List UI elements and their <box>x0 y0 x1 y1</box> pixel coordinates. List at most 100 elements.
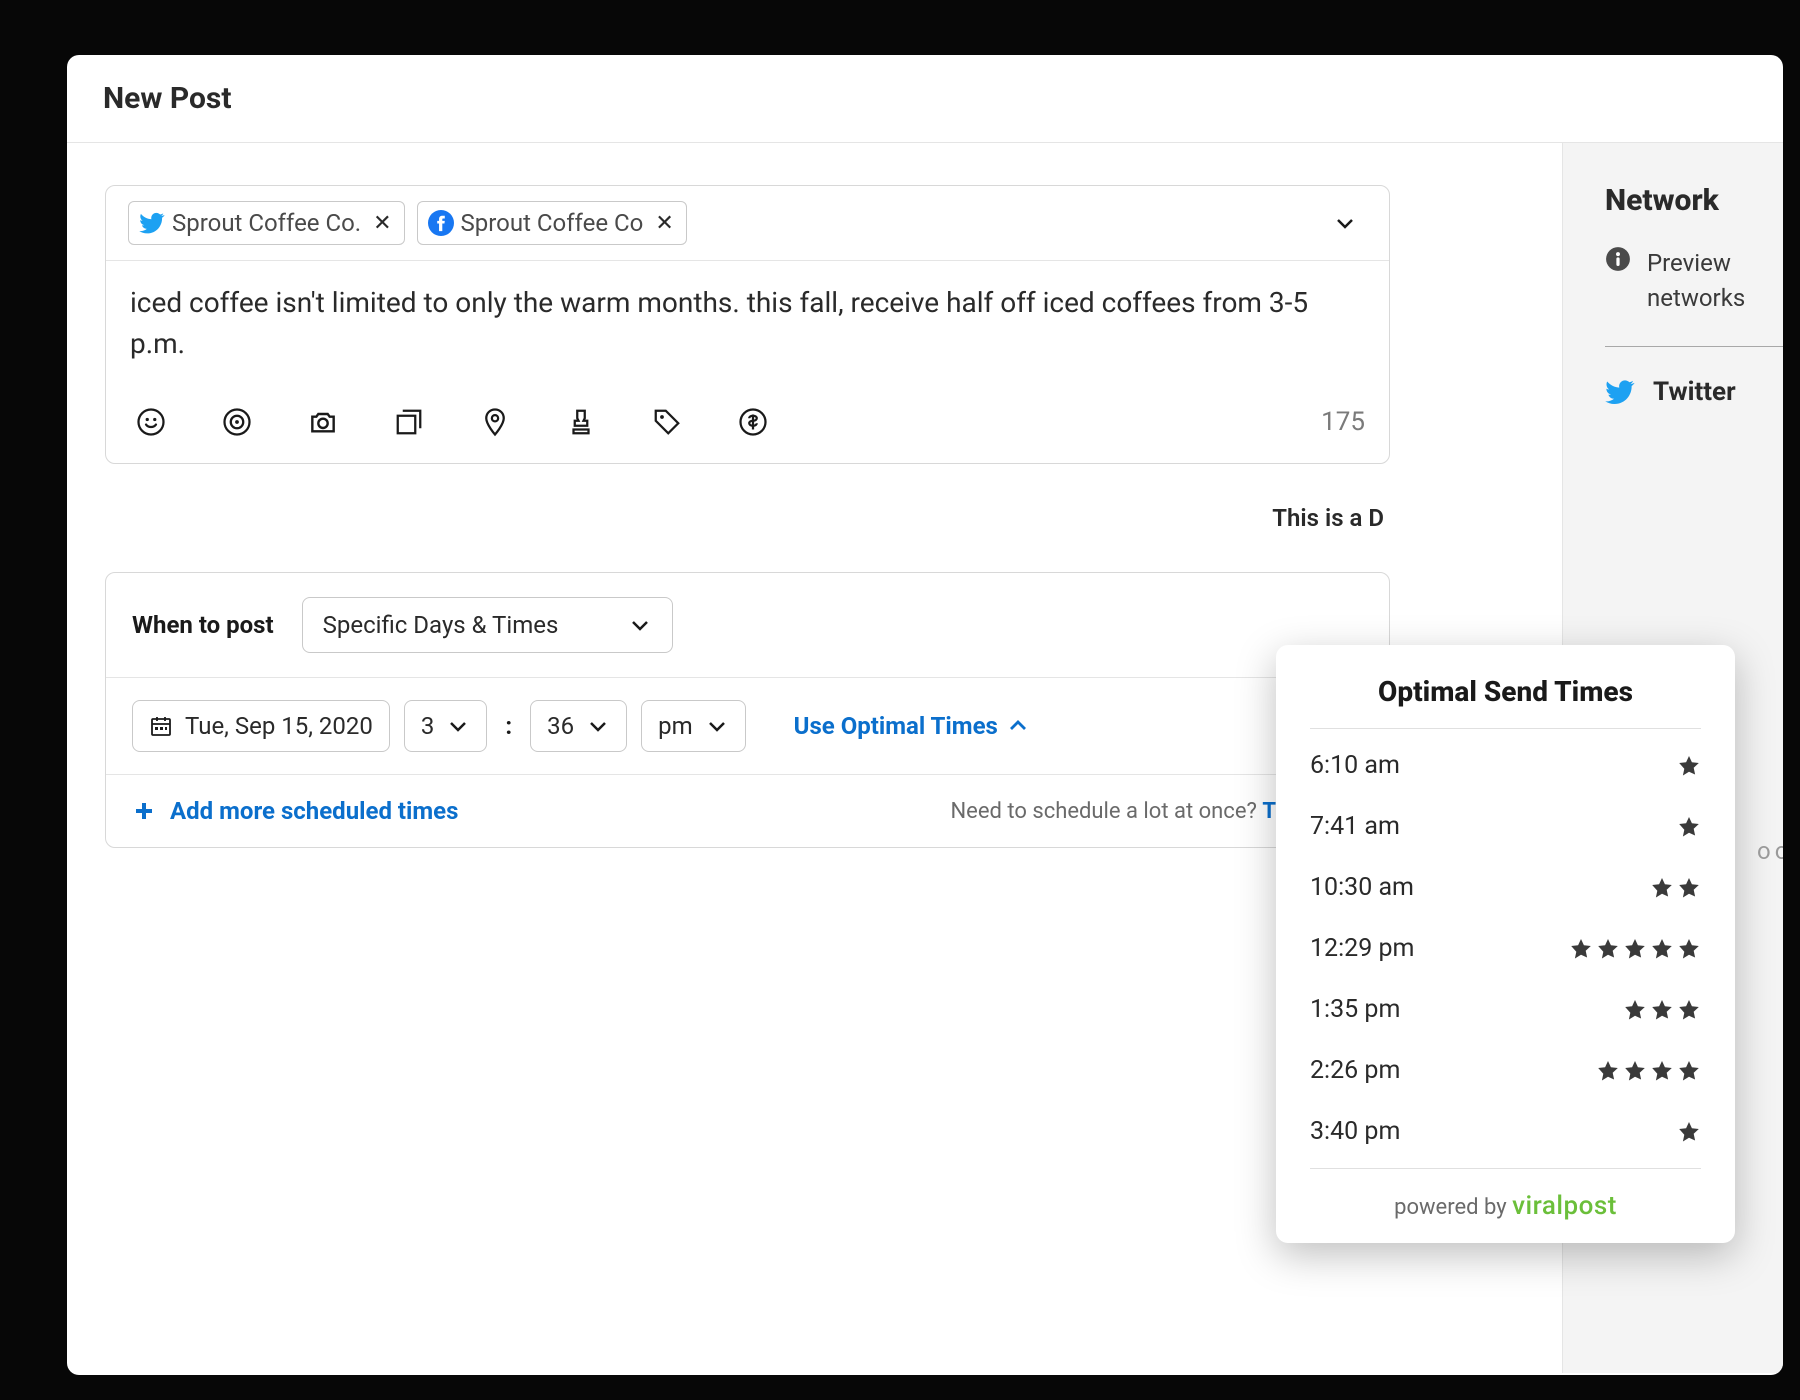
popup-footer: powered by viralpost <box>1310 1168 1701 1221</box>
ampm-select[interactable]: pm <box>641 700 746 752</box>
compose-card: Sprout Coffee Co. ✕ Sprout Coffee Co ✕ i… <box>105 185 1390 464</box>
gallery-icon[interactable] <box>388 401 430 443</box>
add-scheduled-times-link[interactable]: Add more scheduled times <box>132 797 458 825</box>
main-column: Sprout Coffee Co. ✕ Sprout Coffee Co ✕ i… <box>67 143 1562 1373</box>
optimal-time-row[interactable]: 10:30 am <box>1310 857 1701 918</box>
add-more-label: Add more scheduled times <box>170 797 458 825</box>
star-icon <box>1650 1059 1674 1083</box>
when-to-post-label: When to post <box>132 611 274 639</box>
popup-title: Optimal Send Times <box>1310 675 1701 728</box>
char-count: 175 <box>1321 407 1365 437</box>
profile-chip-label: Sprout Coffee Co <box>461 209 644 237</box>
app-frame: New Post Sprout Coffee Co. ✕ Sprout Coff… <box>67 55 1783 1375</box>
schedule-card: When to post Specific Days & Times Tue, … <box>105 572 1390 848</box>
post-text-input[interactable]: iced coffee isn't limited to only the wa… <box>106 261 1389 391</box>
ampm-value: pm <box>658 712 693 740</box>
schedule-footer-row: Add more scheduled times Need to schedul… <box>106 775 1389 847</box>
star-icon <box>1677 1059 1701 1083</box>
facebook-icon <box>428 210 454 236</box>
star-icon <box>1596 1059 1620 1083</box>
profile-picker-row[interactable]: Sprout Coffee Co. ✕ Sprout Coffee Co ✕ <box>106 186 1389 261</box>
optimal-link-label: Use Optimal Times <box>794 712 998 740</box>
emoji-icon[interactable] <box>130 401 172 443</box>
use-optimal-times-link[interactable]: Use Optimal Times <box>794 712 1030 740</box>
chevron-down-icon <box>586 714 610 738</box>
hour-value: 3 <box>421 712 435 740</box>
profile-chip-twitter[interactable]: Sprout Coffee Co. ✕ <box>128 201 405 245</box>
optimal-time-value: 3:40 pm <box>1310 1117 1400 1146</box>
optimal-time-row[interactable]: 6:10 am <box>1310 735 1701 796</box>
compose-toolbar: 175 <box>106 391 1389 463</box>
optimal-time-row[interactable]: 1:35 pm <box>1310 979 1701 1040</box>
content-area: Sprout Coffee Co. ✕ Sprout Coffee Co ✕ i… <box>67 143 1783 1373</box>
star-rating <box>1650 876 1701 900</box>
optimal-time-value: 6:10 am <box>1310 751 1400 780</box>
star-icon <box>1677 876 1701 900</box>
date-value: Tue, Sep 15, 2020 <box>185 712 373 740</box>
twitter-icon <box>1605 377 1635 407</box>
sidebar-preview-info: Preview networks <box>1605 246 1783 316</box>
remove-profile-icon[interactable]: ✕ <box>373 211 391 236</box>
star-icon <box>1623 1059 1647 1083</box>
plus-icon <box>132 799 156 823</box>
optimal-time-row[interactable]: 3:40 pm <box>1310 1101 1701 1162</box>
star-icon <box>1623 998 1647 1022</box>
schedule-mode-value: Specific Days & Times <box>323 611 559 639</box>
divider <box>1310 728 1701 729</box>
optimal-time-value: 10:30 am <box>1310 873 1414 902</box>
schedule-datetime-row: Tue, Sep 15, 2020 3 : 36 pm <box>106 678 1389 775</box>
draft-notice: This is a D <box>105 504 1390 532</box>
minute-value: 36 <box>547 712 574 740</box>
stamp-icon[interactable] <box>560 401 602 443</box>
schedule-mode-select[interactable]: Specific Days & Times <box>302 597 674 653</box>
star-rating <box>1677 754 1701 778</box>
optimal-time-value: 12:29 pm <box>1310 934 1414 963</box>
star-icon <box>1569 937 1593 961</box>
star-rating <box>1623 998 1701 1022</box>
optimal-time-row[interactable]: 12:29 pm <box>1310 918 1701 979</box>
star-icon <box>1650 876 1674 900</box>
time-colon: : <box>501 712 516 740</box>
page-title: New Post <box>103 81 1747 116</box>
monetize-icon[interactable] <box>732 401 774 443</box>
optimal-time-value: 1:35 pm <box>1310 995 1400 1024</box>
divider <box>1605 346 1783 347</box>
star-icon <box>1650 998 1674 1022</box>
star-icon <box>1677 937 1701 961</box>
calendar-icon <box>149 714 173 738</box>
chevron-down-icon <box>628 613 652 637</box>
optimal-times-popup: Optimal Send Times 6:10 am 7:41 am 10:30 a… <box>1276 645 1735 1243</box>
expand-profiles-icon[interactable] <box>1333 211 1367 235</box>
page-header: New Post <box>67 55 1783 143</box>
chevron-up-icon <box>1006 714 1030 738</box>
location-icon[interactable] <box>474 401 516 443</box>
star-icon <box>1677 815 1701 839</box>
tag-icon[interactable] <box>646 401 688 443</box>
overflow-text: oo <box>1757 837 1783 865</box>
star-icon <box>1596 937 1620 961</box>
optimal-time-value: 2:26 pm <box>1310 1056 1400 1085</box>
star-icon <box>1650 937 1674 961</box>
star-rating <box>1677 1120 1701 1144</box>
star-rating <box>1596 1059 1701 1083</box>
target-icon[interactable] <box>216 401 258 443</box>
viralpost-brand: viralpost <box>1512 1191 1617 1221</box>
star-icon <box>1623 937 1647 961</box>
optimal-time-value: 7:41 am <box>1310 812 1400 841</box>
profile-chip-facebook[interactable]: Sprout Coffee Co ✕ <box>417 201 687 245</box>
star-icon <box>1677 998 1701 1022</box>
camera-icon[interactable] <box>302 401 344 443</box>
optimal-time-row[interactable]: 2:26 pm <box>1310 1040 1701 1101</box>
hour-select[interactable]: 3 <box>404 700 488 752</box>
sidebar-network-twitter[interactable]: Twitter <box>1605 377 1783 407</box>
date-picker[interactable]: Tue, Sep 15, 2020 <box>132 700 390 752</box>
optimal-time-row[interactable]: 7:41 am <box>1310 796 1701 857</box>
twitter-icon <box>139 210 165 236</box>
remove-profile-icon[interactable]: ✕ <box>655 211 673 236</box>
sidebar-network-label: Twitter <box>1653 377 1736 407</box>
chevron-down-icon <box>446 714 470 738</box>
chevron-down-icon <box>705 714 729 738</box>
minute-select[interactable]: 36 <box>530 700 627 752</box>
profile-chip-label: Sprout Coffee Co. <box>172 209 361 237</box>
star-icon <box>1677 754 1701 778</box>
